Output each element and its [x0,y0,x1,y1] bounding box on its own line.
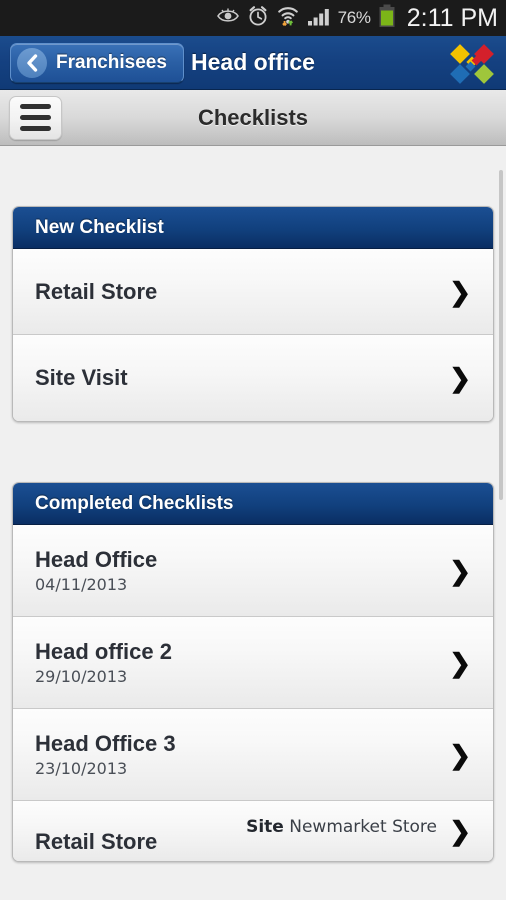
chevron-right-icon: ❯ [449,555,471,586]
back-button[interactable]: Franchisees [10,42,184,83]
site-value: Newmarket Store [289,817,437,837]
list-item[interactable]: Head Office 04/11/2013 ❯ [13,525,493,617]
chevron-right-icon: ❯ [449,363,471,393]
eye-icon [216,7,240,30]
list-item[interactable]: Retail Store ❯ [13,249,493,335]
card-header-label: New Checklist [35,216,164,238]
row-content: Retail Store [35,829,157,855]
chevron-right-icon: ❯ [449,816,471,846]
list-item[interactable]: Head Office 3 23/10/2013 ❯ [13,709,493,801]
list-item[interactable]: Head office 2 29/10/2013 ❯ [13,617,493,709]
card-header-new-checklist: New Checklist [13,207,493,249]
row-content: Head Office 3 23/10/2013 [35,731,176,779]
card-new-checklist: New Checklist Retail Store ❯ Site Visit … [12,206,494,422]
toolbar: Checklists [0,90,506,146]
chevron-right-icon: ❯ [449,647,471,678]
row-content: Head Office 04/11/2013 [35,547,157,595]
card-completed-checklists: Completed Checklists Head Office 04/11/2… [12,482,494,862]
chevron-right-icon: ❯ [449,276,471,307]
wifi-icon [276,5,300,32]
status-bar: 76% 2:11 PM [0,0,506,36]
list-item-title: Site Visit [35,365,128,391]
list-item[interactable]: Retail Store Site Newmarket Store ❯ [13,801,493,861]
four-diamonds-logo [448,44,496,84]
section-title: Checklists [197,104,309,130]
clock-label: 2:11 PM [406,3,498,32]
card-header-label: Completed Checklists [35,492,234,514]
top-spacer [12,146,494,206]
card-header-completed-checklists: Completed Checklists [13,483,493,525]
list-item-title: Head office 2 [35,638,172,664]
alarm-clock-icon [247,5,269,32]
list-item[interactable]: Site Visit ❯ [13,335,493,421]
row-content: Head office 2 29/10/2013 [35,639,172,687]
back-button-label: Franchisees [56,51,167,73]
phone-screen: 76% 2:11 PM Franchisees Head office Chec… [0,0,506,900]
list-item-date: 29/10/2013 [35,667,128,687]
scroll-content[interactable]: New Checklist Retail Store ❯ Site Visit … [0,146,506,900]
menu-bar-3 [20,126,51,131]
chevron-left-icon [17,47,47,78]
list-item-date: 23/10/2013 [35,759,128,779]
list-item-title: Head Office [35,546,158,572]
battery-percent-label: 76% [337,8,371,27]
scrollbar[interactable] [499,170,503,500]
nav-bar: Franchisees Head office [0,36,506,90]
chevron-right-icon: ❯ [449,739,471,770]
battery-icon [378,4,396,33]
hamburger-menu-icon[interactable] [9,95,62,140]
signal-bars-icon [307,6,331,31]
list-item-title: Head Office 3 [35,730,176,756]
row-content: Retail Store [35,279,157,305]
menu-bar-1 [20,104,51,109]
list-item-title: Retail Store [35,278,158,304]
list-item-site-meta: Site Newmarket Store [246,817,437,837]
list-item-date: 04/11/2013 [35,575,128,595]
menu-bar-2 [20,115,51,120]
list-item-title: Retail Store [35,829,158,855]
site-label: Site [246,817,284,837]
row-content: Site Visit [35,365,128,391]
